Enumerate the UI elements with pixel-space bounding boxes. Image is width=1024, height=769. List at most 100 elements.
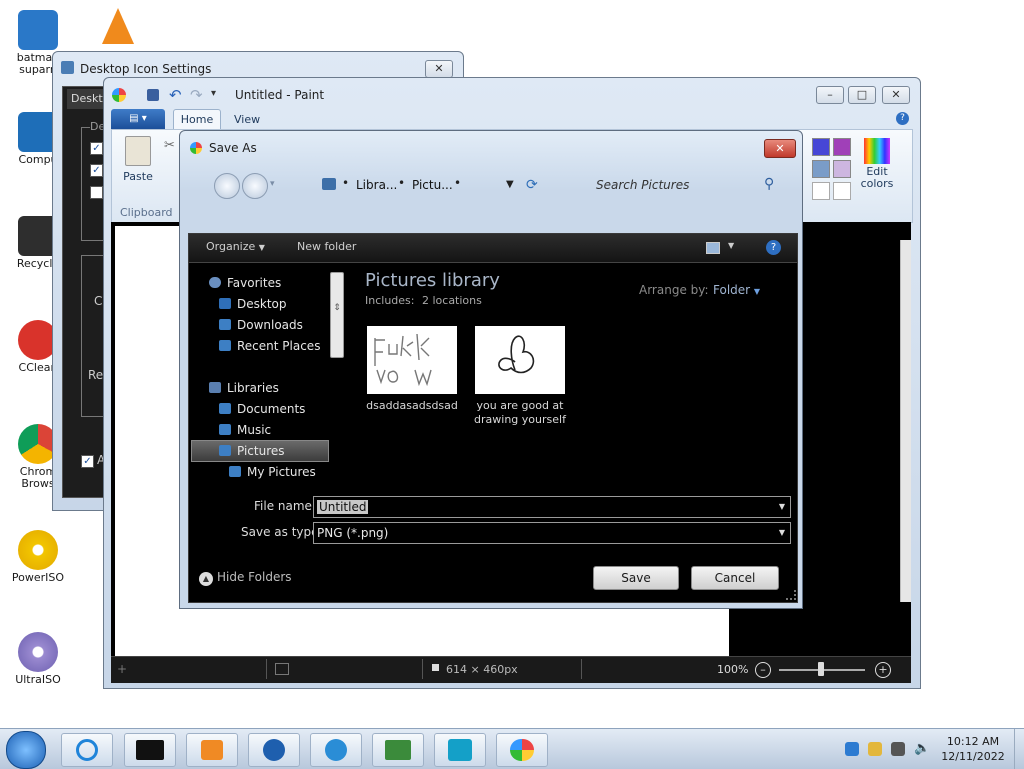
window-title: Untitled - Paint xyxy=(235,88,325,102)
app-shortcut-icon xyxy=(18,10,58,50)
help-icon[interactable]: ? xyxy=(896,112,909,125)
close-button[interactable]: ✕ xyxy=(425,60,453,78)
help-icon[interactable]: ? xyxy=(766,240,781,255)
desktop-icon-label: UltraISO xyxy=(15,673,61,686)
undo-icon[interactable]: ↶ xyxy=(169,86,182,104)
navigation-pane: Favorites Desktop Downloads Recent Place… xyxy=(189,264,344,496)
action-center-icon[interactable] xyxy=(845,742,859,756)
change-view-icon[interactable] xyxy=(706,242,720,254)
checkbox[interactable]: ✓ xyxy=(90,164,103,177)
paste-button[interactable]: Paste xyxy=(118,136,158,188)
search-box[interactable]: Search Pictures ⚲ xyxy=(584,173,784,197)
network-icon[interactable] xyxy=(891,742,905,756)
zoom-slider-thumb[interactable] xyxy=(818,662,824,676)
save-icon[interactable] xyxy=(147,89,159,101)
new-folder-button[interactable]: New folder xyxy=(297,240,356,253)
organize-menu[interactable]: Organize ▼ xyxy=(206,240,265,253)
maximize-button[interactable]: □ xyxy=(848,86,876,104)
arrange-by-value: Folder xyxy=(713,283,751,297)
breadcrumb-libraries[interactable]: Libra... xyxy=(356,178,397,192)
arrange-by-dropdown[interactable]: Folder ▼ xyxy=(713,283,760,297)
taskbar: 🔈 10:12 AM 12/11/2022 xyxy=(0,728,1024,769)
more-options-icon[interactable]: ▼ xyxy=(728,241,734,250)
nav-desktop[interactable]: Desktop xyxy=(219,295,287,313)
nav-music[interactable]: Music xyxy=(219,421,271,439)
window-title: Desktop Icon Settings xyxy=(80,62,212,76)
search-input[interactable]: Search Pictures xyxy=(596,178,689,192)
color-swatch[interactable] xyxy=(833,182,851,200)
tab-view[interactable]: View xyxy=(234,110,260,130)
taskbar-internet-explorer[interactable] xyxy=(61,733,113,767)
cut-icon[interactable]: ✂ xyxy=(164,138,175,153)
checkbox[interactable]: ✓ xyxy=(90,142,103,155)
close-button[interactable]: ✕ xyxy=(764,139,796,158)
chevron-down-icon[interactable]: ▼ xyxy=(779,497,785,517)
clock[interactable]: 10:12 AM 12/11/2022 xyxy=(938,734,1008,764)
taskbar-remote-app[interactable] xyxy=(434,733,486,767)
save-as-type-select[interactable]: PNG (*.png) ▼ xyxy=(313,522,791,544)
nav-scrollbar[interactable]: ⇕ xyxy=(330,272,344,358)
desktop-icon-ultraiso[interactable]: UltraISO xyxy=(6,632,70,686)
nav-recent-places[interactable]: Recent Places xyxy=(219,337,320,355)
recent-pages-icon[interactable]: ▾ xyxy=(270,179,275,189)
color-swatch[interactable] xyxy=(812,160,830,178)
breadcrumb-pictures[interactable]: Pictu... xyxy=(412,178,453,192)
redo-icon[interactable]: ↷ xyxy=(190,86,203,104)
taskbar-desktop-settings[interactable] xyxy=(372,733,424,767)
address-dropdown-icon[interactable]: ▼ xyxy=(506,179,514,190)
nav-my-pictures[interactable]: My Pictures xyxy=(229,463,316,481)
file-thumbnail-item[interactable]: you are good at drawing yourself xyxy=(472,326,568,427)
edit-colors-button[interactable]: Edit colors xyxy=(854,136,900,200)
file-name-input[interactable]: Untitled ▼ xyxy=(313,496,791,518)
nav-pictures[interactable]: Pictures xyxy=(219,442,285,460)
library-title: Pictures library xyxy=(365,270,500,291)
checkbox[interactable]: ✓ xyxy=(81,455,94,468)
color-swatch[interactable] xyxy=(833,160,851,178)
cancel-button[interactable]: Cancel xyxy=(691,566,779,590)
save-button[interactable]: Save xyxy=(593,566,679,590)
back-button[interactable] xyxy=(214,173,240,199)
color-swatch[interactable] xyxy=(833,138,851,156)
customize-toolbar-icon[interactable]: ▾ xyxy=(211,88,216,99)
nav-favorites[interactable]: Favorites xyxy=(209,274,281,292)
nav-downloads[interactable]: Downloads xyxy=(219,316,303,334)
zoom-out-button[interactable]: – xyxy=(755,662,771,678)
checkbox[interactable] xyxy=(90,186,103,199)
hide-folders-button[interactable]: ▲ Hide Folders xyxy=(199,570,292,586)
nav-libraries[interactable]: Libraries xyxy=(209,379,279,397)
minimize-button[interactable]: – xyxy=(816,86,844,104)
zoom-in-button[interactable]: + xyxy=(875,662,891,678)
show-desktop-button[interactable] xyxy=(1014,729,1024,769)
flag-icon[interactable] xyxy=(868,742,882,756)
resize-grip-icon[interactable] xyxy=(786,590,796,600)
chevron-down-icon: ▼ xyxy=(753,287,761,296)
tab-home[interactable]: Home xyxy=(173,109,221,130)
search-icon[interactable]: ⚲ xyxy=(764,176,774,192)
color-swatch[interactable] xyxy=(812,138,830,156)
vertical-scrollbar[interactable] xyxy=(900,240,911,602)
nav-label: Downloads xyxy=(237,318,303,332)
taskbar-media-center[interactable] xyxy=(124,733,176,767)
address-bar[interactable]: • Libra... • Pictu... • ▼ xyxy=(314,173,552,197)
file-name: dsaddasadsdsad xyxy=(366,399,458,412)
breadcrumb-separator-icon: • xyxy=(454,176,462,190)
paint-menu-button[interactable]: ▤ ▾ xyxy=(111,109,165,129)
desktop-icon-vlc[interactable] xyxy=(86,8,150,46)
taskbar-media-player[interactable] xyxy=(186,733,238,767)
volume-icon[interactable]: 🔈 xyxy=(914,742,930,756)
nav-label: Recent Places xyxy=(237,339,321,353)
forward-button[interactable] xyxy=(242,173,268,199)
desktop-icon-poweriso[interactable]: PowerISO xyxy=(6,530,70,584)
app-icon xyxy=(263,739,285,761)
locations-link[interactable]: 2 locations xyxy=(422,294,482,307)
start-button[interactable] xyxy=(6,731,46,769)
refresh-icon[interactable]: ⟳ xyxy=(526,177,538,193)
close-button[interactable]: ✕ xyxy=(882,86,910,104)
taskbar-app[interactable] xyxy=(248,733,300,767)
file-thumbnail-item[interactable]: dsaddasadsdsad xyxy=(364,326,460,412)
color-swatch[interactable] xyxy=(812,182,830,200)
file-name: you are good at drawing yourself xyxy=(474,399,566,426)
nav-documents[interactable]: Documents xyxy=(219,400,305,418)
taskbar-paint[interactable] xyxy=(496,733,548,767)
taskbar-ccleaner[interactable] xyxy=(310,733,362,767)
